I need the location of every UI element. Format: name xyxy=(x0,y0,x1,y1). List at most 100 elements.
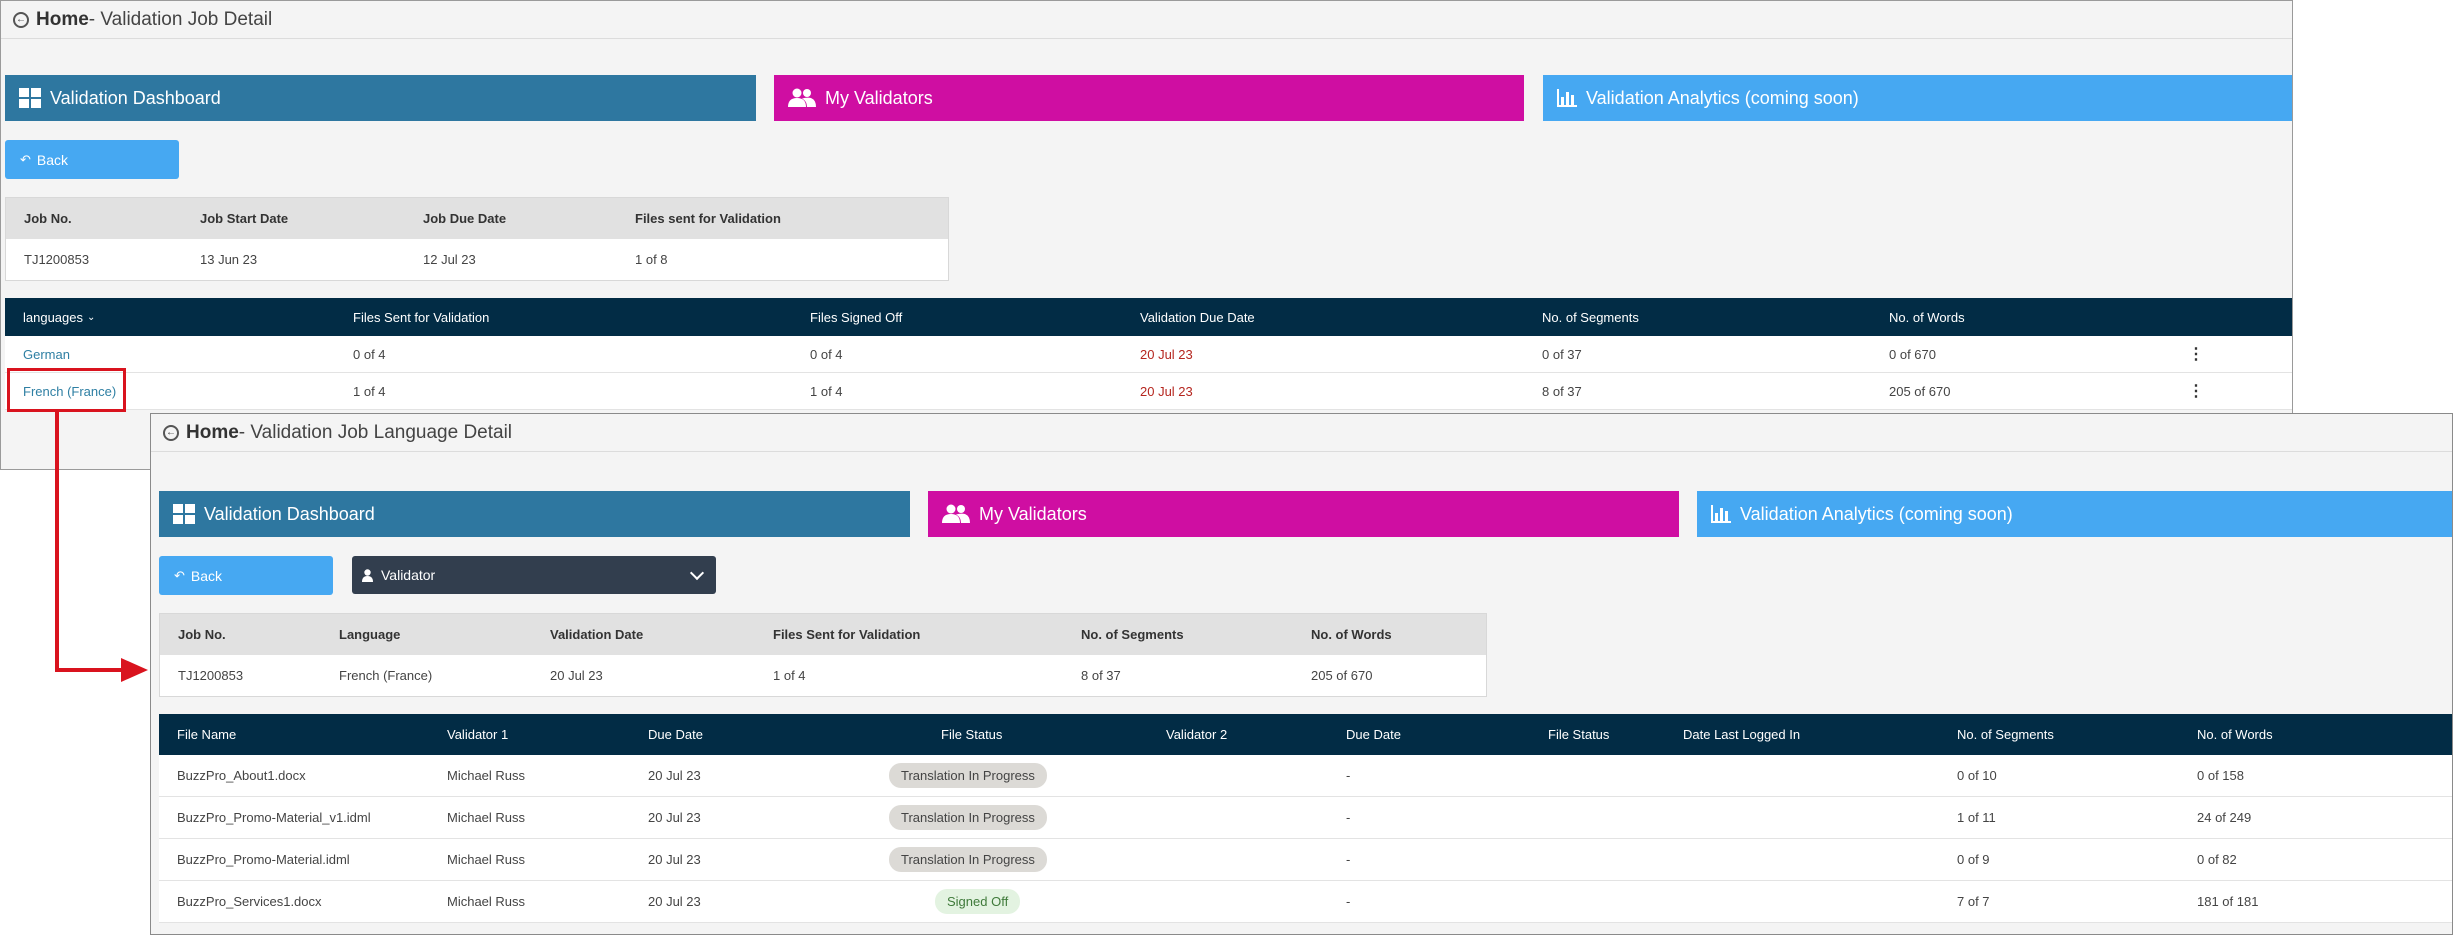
nav-validation-dashboard[interactable]: Validation Dashboard xyxy=(5,75,756,121)
table-row: BuzzPro_Services1.docx Michael Russ 20 J… xyxy=(159,881,2452,923)
back-circle-icon[interactable]: ← xyxy=(13,11,29,28)
status-badge: Signed Off xyxy=(935,889,1021,914)
more-options-icon[interactable]: ⋮ xyxy=(2188,373,2204,409)
nav-my-validators[interactable]: My Validators xyxy=(928,491,1679,537)
table-row: BuzzPro_Promo-Material.idml Michael Russ… xyxy=(159,839,2452,881)
table-row: BuzzPro_Promo-Material_v1.idml Michael R… xyxy=(159,797,2452,839)
bar-chart-icon xyxy=(1711,505,1731,523)
cell-segments: 1 of 11 xyxy=(1957,810,1996,825)
header-job-no: Job No. xyxy=(24,211,72,226)
header-job-start-date: Job Start Date xyxy=(200,211,289,226)
user-icon xyxy=(362,568,373,582)
languages-table: languages ⌄ Files Sent for Validation Fil… xyxy=(5,298,2292,410)
users-icon xyxy=(942,504,970,524)
nav-validation-analytics[interactable]: Validation Analytics (coming soon) xyxy=(1543,75,2292,121)
nav-my-validators[interactable]: My Validators xyxy=(774,75,1524,121)
cell-due-date-2: - xyxy=(1346,810,1351,825)
breadcrumb-home-link[interactable]: Home xyxy=(186,422,239,444)
job-summary-table: Job No. Job Start Date Job Due Date File… xyxy=(5,197,949,281)
header-validation-date: Validation Date xyxy=(550,627,644,642)
header-file-status-1: File Status xyxy=(941,727,1003,742)
cell-validator-1: Michael Russ xyxy=(447,852,526,867)
table-row: French (France) 1 of 4 1 of 4 20 Jul 23 … xyxy=(5,373,2292,410)
cell-due-date-2: - xyxy=(1346,852,1351,867)
cell-job-no: TJ1200853 xyxy=(24,252,90,267)
cell-file-name: BuzzPro_About1.docx xyxy=(177,768,306,783)
header-files-sent: Files Sent for Validation xyxy=(353,309,490,325)
breadcrumb-home-link[interactable]: Home xyxy=(36,9,89,31)
validator-select-value: Validator xyxy=(381,567,436,583)
cell-due-date: 20 Jul 23 xyxy=(1140,383,1193,399)
reply-arrow-icon: ↶ xyxy=(20,151,31,167)
back-label: Back xyxy=(36,151,69,168)
language-link-german[interactable]: German xyxy=(23,336,70,372)
header-words: No. of Words xyxy=(1311,627,1392,642)
header-last-logged-in: Date Last Logged In xyxy=(1683,727,1801,742)
languages-sort-header[interactable]: languages ⌄ xyxy=(23,298,95,336)
nav-label: Validation Dashboard xyxy=(50,87,221,108)
nav-label: My Validators xyxy=(979,503,1087,524)
users-icon xyxy=(788,88,816,108)
breadcrumb: ← Home - Validation Job Language Detail xyxy=(151,414,2452,452)
header-languages: languages xyxy=(23,309,83,325)
table-header: languages ⌄ Files Sent for Validation Fil… xyxy=(5,298,2292,336)
nav-label: Validation Analytics (coming soon) xyxy=(1586,87,1859,108)
validator-select[interactable]: Validator xyxy=(352,556,716,594)
cell-words: 0 of 82 xyxy=(2197,852,2237,867)
table-row: TJ1200853 13 Jun 23 12 Jul 23 1 of 8 xyxy=(6,239,948,280)
table-header: Job No. Job Start Date Job Due Date File… xyxy=(6,198,948,239)
annotation-highlight-box xyxy=(7,368,126,412)
cell-file-name: BuzzPro_Promo-Material.idml xyxy=(177,852,350,867)
header-files-sent: Files sent for Validation xyxy=(635,211,781,226)
annotation-arrow-line xyxy=(55,668,123,672)
cell-words: 0 of 670 xyxy=(1889,346,1936,362)
cell-segments: 8 of 37 xyxy=(1542,383,1582,399)
header-segments: No. of Segments xyxy=(1957,727,2054,742)
reply-arrow-icon: ↶ xyxy=(174,567,185,583)
cell-files-sent: 1 of 8 xyxy=(635,252,668,267)
nav-validation-analytics[interactable]: Validation Analytics (coming soon) xyxy=(1697,491,2452,537)
table-header: Job No. Language Validation Date Files S… xyxy=(160,614,1486,655)
cell-job-due-date: 12 Jul 23 xyxy=(423,252,476,267)
table-header: File Name Validator 1 Due Date File Stat… xyxy=(159,714,2452,755)
cell-due-date-1: 20 Jul 23 xyxy=(648,852,701,867)
header-files-sent: Files Sent for Validation xyxy=(773,627,921,642)
header-words: No. of Words xyxy=(1889,309,1965,325)
header-validator-1: Validator 1 xyxy=(447,727,509,742)
header-job-no: Job No. xyxy=(178,627,226,642)
chevron-down-icon xyxy=(689,565,705,581)
chevron-down-icon: ⌄ xyxy=(87,311,96,323)
table-row: German 0 of 4 0 of 4 20 Jul 23 0 of 37 0… xyxy=(5,336,2292,373)
header-segments: No. of Segments xyxy=(1081,627,1184,642)
header-file-status-2: File Status xyxy=(1548,727,1610,742)
header-language: Language xyxy=(339,627,401,642)
cell-files-signed-off: 1 of 4 xyxy=(810,383,843,399)
back-circle-icon[interactable]: ← xyxy=(163,424,179,441)
cell-words: 205 of 670 xyxy=(1311,668,1373,683)
cell-words: 181 of 181 xyxy=(2197,894,2259,909)
header-due-date-1: Due Date xyxy=(648,727,703,742)
cell-job-no: TJ1200853 xyxy=(178,668,244,683)
language-summary-table: Job No. Language Validation Date Files S… xyxy=(159,613,1487,697)
cell-file-name: BuzzPro_Promo-Material_v1.idml xyxy=(177,810,371,825)
page-title: - Validation Job Language Detail xyxy=(238,421,513,443)
header-validator-2: Validator 2 xyxy=(1166,727,1228,742)
header-segments: No. of Segments xyxy=(1542,309,1639,325)
cell-due-date-1: 20 Jul 23 xyxy=(648,894,701,909)
cell-validator-1: Michael Russ xyxy=(447,810,526,825)
annotation-arrow-line xyxy=(55,412,59,671)
cell-file-name: BuzzPro_Services1.docx xyxy=(177,894,322,909)
status-badge: Translation In Progress xyxy=(889,805,1047,830)
more-options-icon[interactable]: ⋮ xyxy=(2188,336,2204,372)
header-words: No. of Words xyxy=(2197,727,2273,742)
cell-due-date-2: - xyxy=(1346,768,1351,783)
cell-job-start-date: 13 Jun 23 xyxy=(200,252,258,267)
annotation-arrow-head-icon xyxy=(121,658,148,682)
nav-validation-dashboard[interactable]: Validation Dashboard xyxy=(159,491,910,537)
files-table: File Name Validator 1 Due Date File Stat… xyxy=(159,714,2452,923)
cell-segments: 0 of 10 xyxy=(1957,768,1997,783)
back-button[interactable]: ↶ Back xyxy=(5,140,179,179)
cell-words: 205 of 670 xyxy=(1889,383,1951,399)
back-button[interactable]: ↶ Back xyxy=(159,556,333,595)
cell-language: French (France) xyxy=(339,668,433,683)
